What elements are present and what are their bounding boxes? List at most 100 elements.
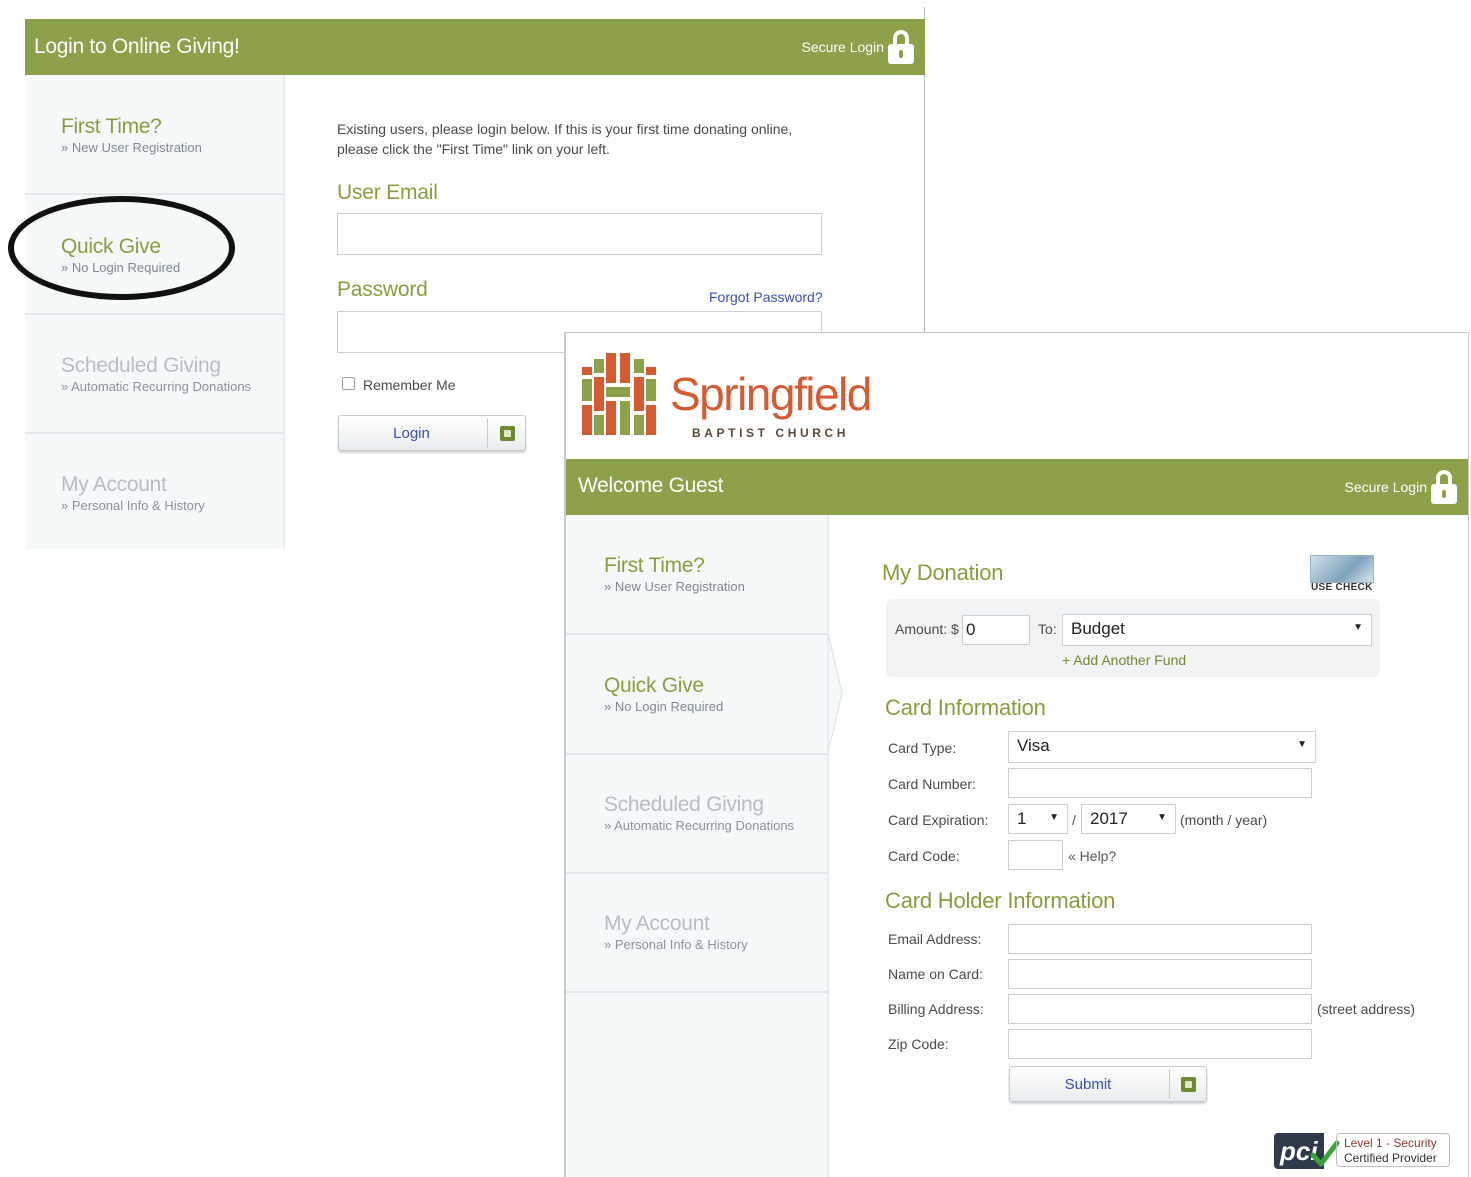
zip-code-label: Zip Code: xyxy=(888,1036,949,1052)
billing-address-input[interactable] xyxy=(1008,994,1312,1024)
card-type-selected: Visa xyxy=(1017,736,1050,755)
remember-me-checkbox[interactable] xyxy=(342,377,355,390)
card-number-input[interactable] xyxy=(1008,768,1312,798)
donation-panel: Springfield BAPTIST CHURCH Welcome Guest… xyxy=(564,332,1469,1177)
sidebar-item-quick-give[interactable]: Quick Give » No Login Required xyxy=(566,635,827,755)
use-check-label: USE CHECK xyxy=(1311,582,1373,593)
sidebar-item-sub: » New User Registration xyxy=(61,140,202,155)
card-expiration-label: Card Expiration: xyxy=(888,812,989,828)
name-on-card-input[interactable] xyxy=(1008,959,1312,989)
sidebar-item-my-account[interactable]: My Account » Personal Info & History xyxy=(566,873,827,993)
dropdown-arrow-icon: ▼ xyxy=(1157,812,1167,823)
my-donation-title: My Donation xyxy=(882,560,1004,585)
dropdown-arrow-icon: ▼ xyxy=(1297,739,1307,750)
password-label: Password xyxy=(337,278,428,301)
login-intro-text: Existing users, please login below. If t… xyxy=(337,119,827,159)
add-another-fund-link[interactable]: + Add Another Fund xyxy=(1062,652,1186,668)
submit-button[interactable]: Submit xyxy=(1009,1066,1207,1102)
card-number-label: Card Number: xyxy=(888,776,976,792)
sidebar-item-first-time[interactable]: First Time? » New User Registration xyxy=(566,515,827,635)
user-email-input[interactable] xyxy=(337,213,822,255)
remember-me-label: Remember Me xyxy=(363,377,456,393)
sidebar-item-heading: My Account xyxy=(604,912,710,935)
forgot-password-link[interactable]: Forgot Password? xyxy=(709,289,823,305)
exp-month-select[interactable]: 1 ▼ xyxy=(1008,804,1068,834)
sidebar-item-sub: » Automatic Recurring Donations xyxy=(61,379,252,394)
intro-line-1: Existing users, please login below. If t… xyxy=(337,121,793,137)
sidebar-item-heading: My Account xyxy=(61,473,167,496)
billing-address-label: Billing Address: xyxy=(888,1001,984,1017)
email-label: Email Address: xyxy=(888,931,982,947)
lock-icon xyxy=(888,30,914,64)
email-input[interactable] xyxy=(1008,924,1312,954)
sidebar-item-first-time[interactable]: First Time? » New User Registration xyxy=(25,75,283,195)
card-type-label: Card Type: xyxy=(888,740,957,756)
to-label: To: xyxy=(1038,621,1057,637)
lock-icon xyxy=(1431,470,1457,504)
user-email-label: User Email xyxy=(337,181,438,204)
annotation-circle xyxy=(8,196,235,300)
card-type-select[interactable]: Visa ▼ xyxy=(1008,731,1316,763)
login-button[interactable]: Login xyxy=(338,415,526,451)
amount-input[interactable]: 0 xyxy=(962,615,1030,645)
secure-login-label: Secure Login xyxy=(801,39,884,55)
active-item-pointer-icon xyxy=(828,633,843,753)
sidebar-item-sub: » Personal Info & History xyxy=(61,498,205,513)
secure-login: Secure Login xyxy=(801,30,914,64)
sidebar-item-heading: Scheduled Giving xyxy=(61,354,221,377)
name-on-card-label: Name on Card: xyxy=(888,966,983,982)
donation-header-bar: Welcome Guest Secure Login xyxy=(566,459,1468,515)
exp-month-selected: 1 xyxy=(1017,809,1027,828)
donation-sidebar: First Time? » New User Registration Quic… xyxy=(566,515,829,1177)
login-title: Login to Online Giving! xyxy=(34,35,240,58)
go-icon xyxy=(500,426,515,441)
secure-login-label: Secure Login xyxy=(1344,479,1427,495)
login-header-bar: Login to Online Giving! Secure Login xyxy=(25,19,925,75)
check-icon xyxy=(1310,555,1374,583)
zip-code-input[interactable] xyxy=(1008,1029,1312,1059)
church-logo: Springfield BAPTIST CHURCH xyxy=(580,353,872,441)
button-divider xyxy=(1169,1069,1170,1099)
login-button-label: Login xyxy=(393,425,430,442)
sidebar-item-heading: Scheduled Giving xyxy=(604,793,764,816)
fund-select[interactable]: Budget ▼ xyxy=(1062,614,1372,646)
sidebar-item-sub: » Automatic Recurring Donations xyxy=(604,818,795,833)
go-icon xyxy=(1181,1077,1196,1092)
donation-box: Amount: $ 0 To: Budget ▼ + Add Another F… xyxy=(886,599,1380,677)
billing-address-hint: (street address) xyxy=(1317,1001,1416,1017)
sidebar-item-heading: First Time? xyxy=(61,115,162,138)
button-divider xyxy=(487,418,488,448)
pci-line-1: Level 1 - Security xyxy=(1344,1136,1437,1150)
sidebar-item-scheduled-giving[interactable]: Scheduled Giving » Automatic Recurring D… xyxy=(25,314,283,434)
fund-selected: Budget xyxy=(1071,619,1125,638)
sidebar-item-sub: » No Login Required xyxy=(604,699,724,714)
church-logo-icon xyxy=(582,353,656,435)
submit-button-label: Submit xyxy=(1064,1076,1112,1093)
secure-login: Secure Login xyxy=(1344,470,1457,504)
card-info-title: Card Information xyxy=(885,695,1046,720)
intro-line-2: please click the "First Time" link on yo… xyxy=(337,141,610,157)
sidebar-item-heading: First Time? xyxy=(604,554,705,577)
logo-wordmark: Springfield xyxy=(670,368,872,420)
logo-tagline: BAPTIST CHURCH xyxy=(692,426,850,440)
sidebar-item-sub: » Personal Info & History xyxy=(604,937,748,952)
exp-hint: (month / year) xyxy=(1180,812,1268,828)
dropdown-arrow-icon: ▼ xyxy=(1353,622,1363,633)
pci-badge: pci Level 1 - Security Certified Provide… xyxy=(1274,1131,1452,1171)
login-sidebar: First Time? » New User Registration Quic… xyxy=(25,75,285,549)
card-holder-title: Card Holder Information xyxy=(885,888,1116,913)
card-code-help-link[interactable]: « Help? xyxy=(1068,848,1116,864)
sidebar-item-sub: » New User Registration xyxy=(604,579,745,594)
card-code-input[interactable] xyxy=(1008,840,1063,870)
use-check-button[interactable]: USE CHECK xyxy=(1310,555,1374,593)
exp-separator: / xyxy=(1072,812,1076,828)
exp-year-select[interactable]: 2017 ▼ xyxy=(1081,804,1176,834)
amount-label: Amount: $ xyxy=(895,621,959,637)
sidebar-item-scheduled-giving[interactable]: Scheduled Giving » Automatic Recurring D… xyxy=(566,754,827,874)
card-code-label: Card Code: xyxy=(888,848,960,864)
welcome-title: Welcome Guest xyxy=(578,474,724,497)
sidebar-item-my-account[interactable]: My Account » Personal Info & History xyxy=(25,433,283,553)
pci-line-2: Certified Provider xyxy=(1344,1151,1437,1165)
dropdown-arrow-icon: ▼ xyxy=(1049,812,1059,823)
sidebar-item-heading: Quick Give xyxy=(604,674,704,697)
